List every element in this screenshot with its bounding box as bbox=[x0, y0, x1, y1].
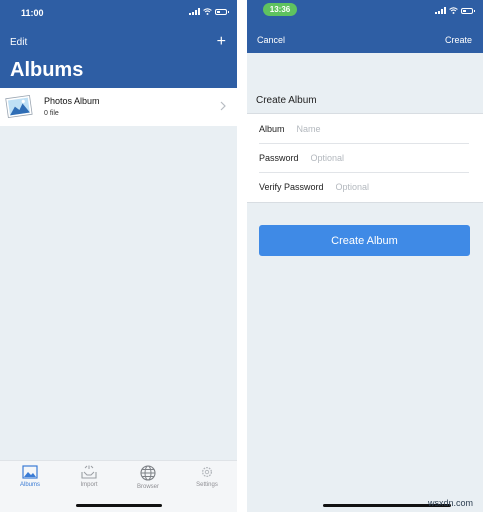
globe-icon bbox=[140, 465, 156, 481]
chevron-right-icon bbox=[220, 101, 226, 111]
create-album-header: 13:36 Cancel Create bbox=[247, 0, 483, 53]
gear-icon bbox=[202, 467, 212, 477]
tab-albums[interactable]: Albums bbox=[5, 465, 55, 488]
add-album-button[interactable]: + bbox=[217, 34, 226, 50]
create-album-form: Album Password Verify Password bbox=[247, 113, 483, 203]
albums-icon bbox=[22, 465, 38, 479]
status-time: 11:00 bbox=[21, 8, 44, 18]
tab-import[interactable]: Import bbox=[64, 465, 114, 488]
tab-label: Browser bbox=[136, 484, 159, 490]
album-list-item[interactable]: Photos Album 0 file bbox=[0, 88, 237, 126]
wifi-icon bbox=[203, 8, 212, 15]
tab-label: Settings bbox=[196, 482, 218, 488]
create-album-screen: 13:36 Cancel Create Create Album Album P… bbox=[247, 0, 483, 512]
album-file-count: 0 file bbox=[44, 110, 59, 117]
verify-password-input[interactable] bbox=[335, 182, 436, 192]
albums-header: 11:00 Edit + Albums bbox=[0, 0, 237, 88]
field-label: Verify Password bbox=[259, 182, 324, 192]
password-input[interactable] bbox=[310, 153, 411, 163]
signal-icon bbox=[189, 8, 200, 15]
password-row: Password bbox=[259, 143, 469, 172]
album-name: Photos Album bbox=[44, 96, 100, 106]
tab-label: Import bbox=[80, 482, 98, 488]
verify-password-row: Verify Password bbox=[259, 172, 469, 201]
status-time-pill: 13:36 bbox=[263, 3, 297, 16]
status-icons bbox=[435, 7, 475, 14]
field-label: Password bbox=[259, 153, 299, 163]
edit-button[interactable]: Edit bbox=[10, 37, 27, 48]
status-icons bbox=[189, 8, 229, 15]
cancel-button[interactable]: Cancel bbox=[257, 35, 285, 45]
watermark: wsxdn.com bbox=[427, 498, 473, 508]
photo-icon bbox=[5, 94, 33, 119]
page-title: Albums bbox=[10, 59, 84, 81]
album-name-input[interactable] bbox=[296, 123, 397, 134]
home-indicator bbox=[76, 504, 162, 507]
tab-bar: Albums Import Browser Settings bbox=[0, 460, 237, 512]
section-title: Create Album bbox=[256, 95, 317, 106]
tab-label: Albums bbox=[19, 482, 40, 488]
wifi-icon bbox=[449, 7, 458, 14]
albums-screen: 11:00 Edit + Albums Photos Album 0 file … bbox=[0, 0, 237, 512]
create-button[interactable]: Create bbox=[445, 35, 472, 45]
import-icon bbox=[81, 465, 97, 479]
album-name-row: Album bbox=[259, 114, 469, 143]
create-album-button[interactable]: Create Album bbox=[259, 225, 470, 256]
tab-browser[interactable]: Browser bbox=[123, 465, 173, 490]
battery-icon bbox=[461, 7, 475, 14]
tab-settings[interactable]: Settings bbox=[182, 465, 232, 488]
signal-icon bbox=[435, 7, 446, 14]
battery-icon bbox=[215, 8, 229, 15]
status-time: 13:36 bbox=[269, 5, 291, 14]
field-label: Album bbox=[259, 123, 285, 134]
